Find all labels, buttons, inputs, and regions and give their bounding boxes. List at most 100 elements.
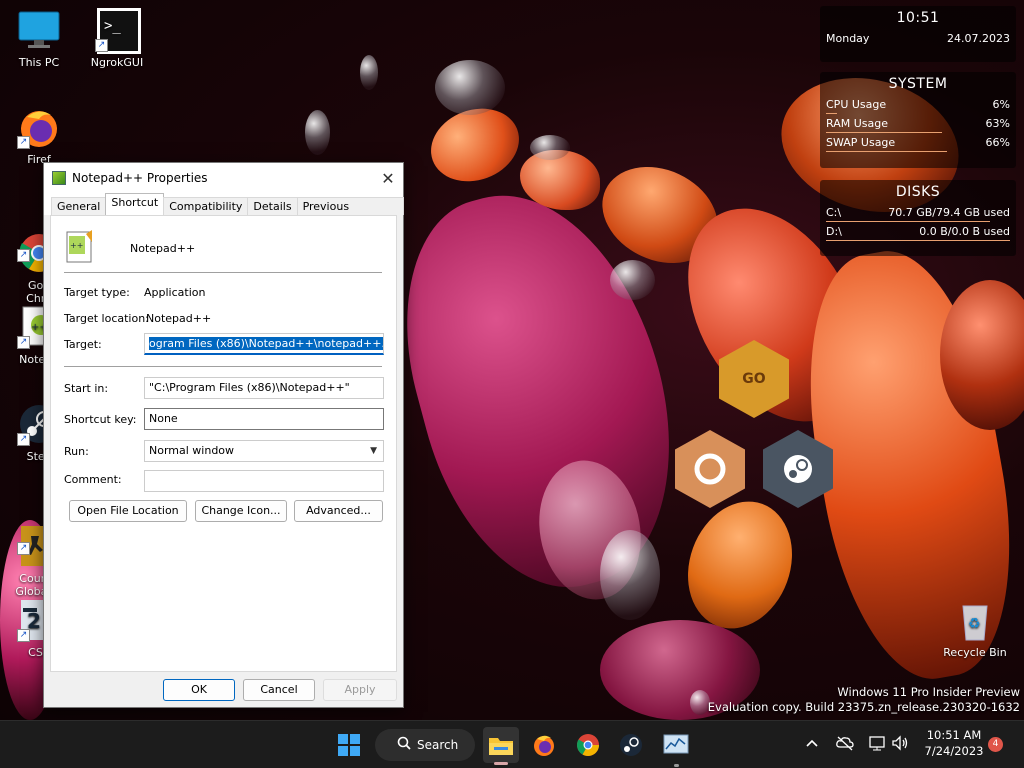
system-usage-bar — [826, 113, 837, 114]
watermark-edition: Windows 11 Pro Insider Preview — [837, 685, 1020, 699]
clock-time: 10:51 — [896, 10, 940, 26]
desktop-icon-recycle-bin[interactable]: ♻ Recycle Bin — [938, 598, 1012, 659]
clock-widget: 10:51 Monday 24.07.2023 — [820, 6, 1016, 62]
open-file-location-button[interactable]: Open File Location — [69, 500, 187, 522]
taskbar-search-button[interactable]: Search — [375, 729, 475, 761]
start-in-input[interactable]: "C:\Program Files (x86)\Notepad++" — [144, 377, 384, 399]
search-label: Search — [417, 738, 459, 752]
system-row: SWAP Usage 66% — [820, 136, 1016, 152]
notification-badge[interactable]: 4 — [988, 737, 1003, 752]
system-row: CPU Usage 6% — [820, 98, 1016, 114]
system-label: RAM Usage — [826, 117, 888, 130]
system-value: 66% — [985, 136, 1010, 149]
dialog-titlebar[interactable]: Notepad++ Properties ✕ — [44, 163, 403, 193]
start-in-label: Start in: — [64, 382, 109, 395]
shortcut-key-label: Shortcut key: — [64, 413, 137, 426]
terminal-icon: >_ ↗ — [95, 8, 141, 54]
target-location-label: Target location: — [64, 312, 149, 325]
chrome-icon — [577, 734, 599, 756]
system-widget: SYSTEM CPU Usage 6% RAM Usage 63% SWAP Usage… — [820, 72, 1016, 168]
taskbar-steam[interactable] — [615, 729, 647, 761]
desktop-icon-firefox[interactable]: ↗ Firef — [2, 105, 76, 166]
shortcut-key-input[interactable]: None — [144, 408, 384, 430]
firefox-icon — [534, 735, 554, 756]
system-usage-bar — [826, 132, 942, 133]
target-type-label: Target type: — [64, 286, 130, 299]
comment-input[interactable] — [144, 470, 384, 492]
chevron-up-icon[interactable] — [805, 736, 819, 753]
disk-label: D:\ — [826, 225, 842, 238]
clock-date: 24.07.2023 — [947, 32, 1010, 45]
tab-compatibility[interactable]: Compatibility — [163, 197, 249, 215]
run-select[interactable]: Normal window ▼ — [144, 440, 384, 462]
change-icon-button[interactable]: Change Icon... — [195, 500, 287, 522]
disks-title: DISKS — [895, 184, 941, 200]
target-input-text: ogram Files (x86)\Notepad++\notepad++.ex… — [149, 337, 383, 350]
system-title: SYSTEM — [888, 76, 948, 92]
taskbar-date: 7/24/2023 — [924, 744, 984, 758]
dialog-title: Notepad++ Properties — [72, 171, 208, 185]
chevron-down-icon: ▼ — [370, 446, 377, 456]
app-name: Notepad++ — [130, 242, 196, 255]
firefox-icon: ↗ — [17, 105, 61, 149]
tab-shortcut[interactable]: Shortcut — [105, 193, 165, 215]
taskbar-clock[interactable]: 10:51 AM 7/24/2023 — [922, 727, 986, 759]
target-input[interactable]: ogram Files (x86)\Notepad++\notepad++.ex… — [144, 333, 384, 355]
volume-icon[interactable] — [891, 734, 909, 755]
shortcut-arrow-icon: ↗ — [17, 136, 30, 149]
desktop-icon-label: Recycle Bin — [943, 646, 1007, 659]
cloud-offline-icon[interactable] — [836, 735, 854, 754]
notepadpp-icon: ++ — [64, 230, 96, 264]
run-label: Run: — [64, 445, 89, 458]
disk-usage-bar — [826, 240, 1010, 241]
clock-day: Monday — [826, 32, 870, 45]
windows-logo-icon — [338, 734, 360, 756]
taskbar: Search 10:51 AM 7/24/2023 4 — [0, 720, 1024, 768]
network-icon[interactable] — [868, 734, 886, 755]
separator — [64, 366, 382, 367]
taskbar-resource-monitor[interactable] — [660, 729, 692, 767]
disk-row: C:\ 70.7 GB/79.4 GB used — [820, 206, 1016, 222]
start-button[interactable] — [333, 729, 365, 761]
svg-text:♻: ♻ — [968, 616, 981, 632]
comment-label: Comment: — [64, 473, 122, 486]
tab-previous-versions[interactable]: Previous Versions — [296, 197, 404, 226]
tab-details[interactable]: Details — [247, 197, 298, 215]
taskbar-time: 10:51 AM — [926, 728, 982, 742]
taskbar-file-explorer[interactable] — [483, 727, 519, 765]
system-row: RAM Usage 63% — [820, 117, 1016, 133]
system-label: CPU Usage — [826, 98, 887, 111]
shortcut-panel: ++ Notepad++ Target type: Application Ta… — [50, 215, 397, 672]
desktop-icon-this-pc[interactable]: This PC — [2, 8, 76, 69]
apply-button[interactable]: Apply — [323, 679, 397, 701]
search-icon — [397, 736, 411, 753]
system-usage-bar — [826, 151, 947, 152]
shortcut-arrow-icon: ↗ — [17, 249, 30, 262]
system-label: SWAP Usage — [826, 136, 896, 149]
target-label: Target: — [64, 338, 102, 351]
properties-dialog: Notepad++ Properties ✕ General Shortcut … — [43, 162, 404, 708]
steam-icon — [620, 734, 642, 756]
system-value: 6% — [992, 98, 1010, 111]
disk-label: C:\ — [826, 206, 842, 219]
desktop-icon-label: This PC — [18, 56, 60, 69]
tab-general[interactable]: General — [51, 197, 107, 215]
desktop-icon-ngrokgui[interactable]: >_ ↗ NgrokGUI — [80, 8, 154, 69]
monitor-graph-icon — [663, 734, 689, 754]
disk-usage-bar — [826, 221, 990, 222]
ok-button[interactable]: OK — [163, 679, 235, 701]
target-type-value: Application — [144, 286, 206, 299]
tab-strip: General Shortcut Compatibility Details P… — [44, 193, 404, 226]
close-icon[interactable]: ✕ — [373, 169, 403, 188]
monitor-icon — [17, 8, 61, 52]
advanced-button[interactable]: Advanced... — [294, 500, 383, 522]
taskbar-chrome[interactable] — [572, 729, 604, 761]
cancel-button[interactable]: Cancel — [243, 679, 315, 701]
shortcut-arrow-icon: ↗ — [17, 433, 30, 446]
desktop-icon-label: NgrokGUI — [90, 56, 144, 69]
shortcut-arrow-icon: ↗ — [17, 336, 30, 349]
recycle-bin-icon: ♻ — [953, 598, 997, 642]
disk-value: 0.0 B/0.0 B used — [919, 225, 1010, 238]
taskbar-firefox[interactable] — [528, 729, 560, 761]
disks-widget: DISKS C:\ 70.7 GB/79.4 GB used D:\ 0.0 B/0.… — [820, 180, 1016, 256]
